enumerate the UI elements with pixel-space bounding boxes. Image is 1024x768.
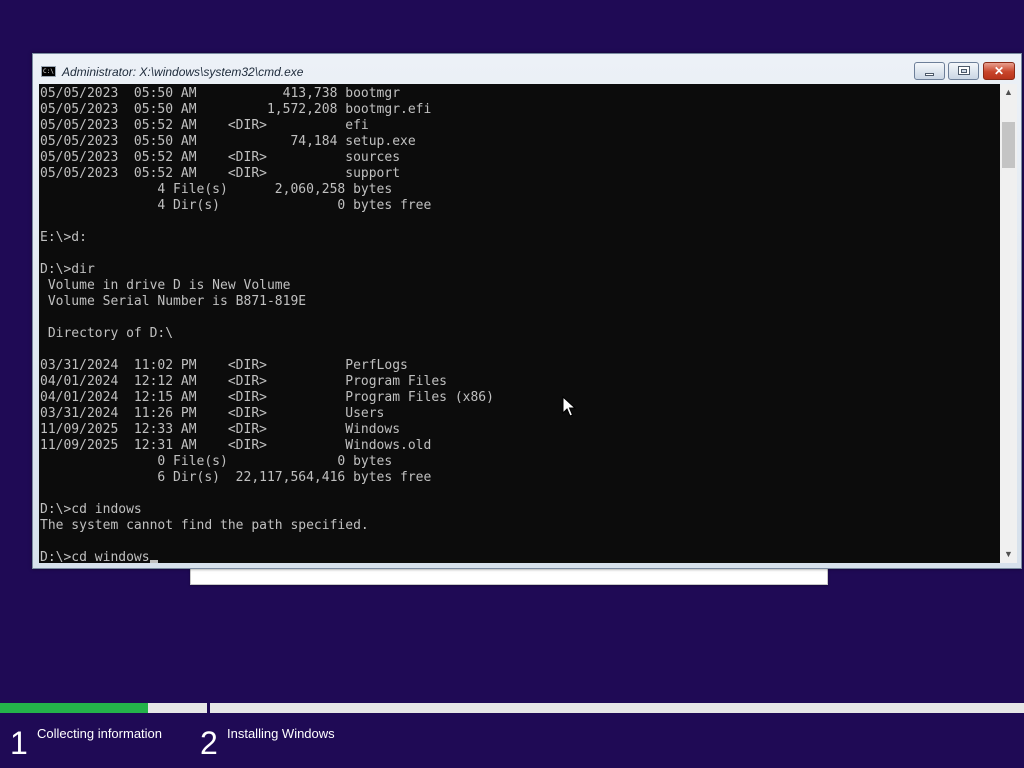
progress-step-divider [207,703,210,715]
console-line: The system cannot find the path specifie… [40,518,369,533]
console-input-line[interactable]: D:\>cd windows [40,550,150,563]
console-line: Volume Serial Number is B871-819E [40,294,307,309]
console-line: 05/05/2023 05:50 AM 413,738 bootmgr [40,86,401,101]
scrollbar-thumb[interactable] [1002,122,1015,168]
console-line: 04/01/2024 12:12 AM <DIR> Program Files [40,374,447,389]
console-line: 05/05/2023 05:52 AM <DIR> efi [40,118,369,133]
console-line: 03/31/2024 11:02 PM <DIR> PerfLogs [40,358,408,373]
console-line: 05/05/2023 05:52 AM <DIR> sources [40,150,401,165]
console-line: 4 Dir(s) 0 bytes free [40,198,432,213]
console-line: Directory of D:\ [40,326,174,341]
console-line: 11/09/2025 12:31 AM <DIR> Windows.old [40,438,432,453]
console-line: D:\>dir [40,262,95,277]
console-line: E:\>d: [40,230,87,245]
minimize-button[interactable] [914,62,945,80]
cmd-window[interactable]: C:\ Administrator: X:\windows\system32\c… [32,53,1022,569]
console-line: 6 Dir(s) 22,117,564,416 bytes free [40,470,432,485]
progress-bar [0,703,1024,715]
console-line: 05/05/2023 05:50 AM 1,572,208 bootmgr.ef… [40,102,432,117]
maximize-icon [958,66,970,75]
step-number: 1 [10,725,28,761]
scroll-up-arrow-icon[interactable]: ▲ [1000,84,1017,101]
title-bar[interactable]: C:\ Administrator: X:\windows\system32\c… [33,54,1021,84]
step-number: 2 [200,725,218,761]
console-line: 11/09/2025 12:33 AM <DIR> Windows [40,422,401,437]
console-output[interactable]: 05/05/2023 05:50 AM 413,738 bootmgr 05/0… [39,84,1000,563]
setup-progress-area: 1 Collecting information 2 Installing Wi… [0,701,1024,768]
console-line: 04/01/2024 12:15 AM <DIR> Program Files … [40,390,494,405]
window-title: Administrator: X:\windows\system32\cmd.e… [62,65,304,79]
cmd-icon: C:\ [41,66,56,77]
vertical-scrollbar[interactable]: ▲ ▼ [1000,84,1017,563]
step-label: Installing Windows [227,726,335,741]
console-line: 4 File(s) 2,060,258 bytes [40,182,393,197]
close-button[interactable]: ✕ [983,62,1015,80]
progress-fill [0,703,149,713]
minimize-icon [925,73,934,76]
text-cursor [149,560,158,563]
console-text: 05/05/2023 05:50 AM 413,738 bootmgr 05/0… [39,84,1000,563]
console-line: 03/31/2024 11:26 PM <DIR> Users [40,406,385,421]
console-line: D:\>cd indows [40,502,142,517]
step-label: Collecting information [37,726,163,741]
close-icon: ✕ [993,64,1005,78]
maximize-button[interactable] [948,62,979,80]
scroll-down-arrow-icon[interactable]: ▼ [1000,546,1017,563]
console-line: 05/05/2023 05:50 AM 74,184 setup.exe [40,134,416,149]
console-line: Volume in drive D is New Volume [40,278,291,293]
console-line: 0 File(s) 0 bytes [40,454,393,469]
mouse-pointer-icon [562,396,576,417]
console-line: 05/05/2023 05:52 AM <DIR> support [40,166,401,181]
